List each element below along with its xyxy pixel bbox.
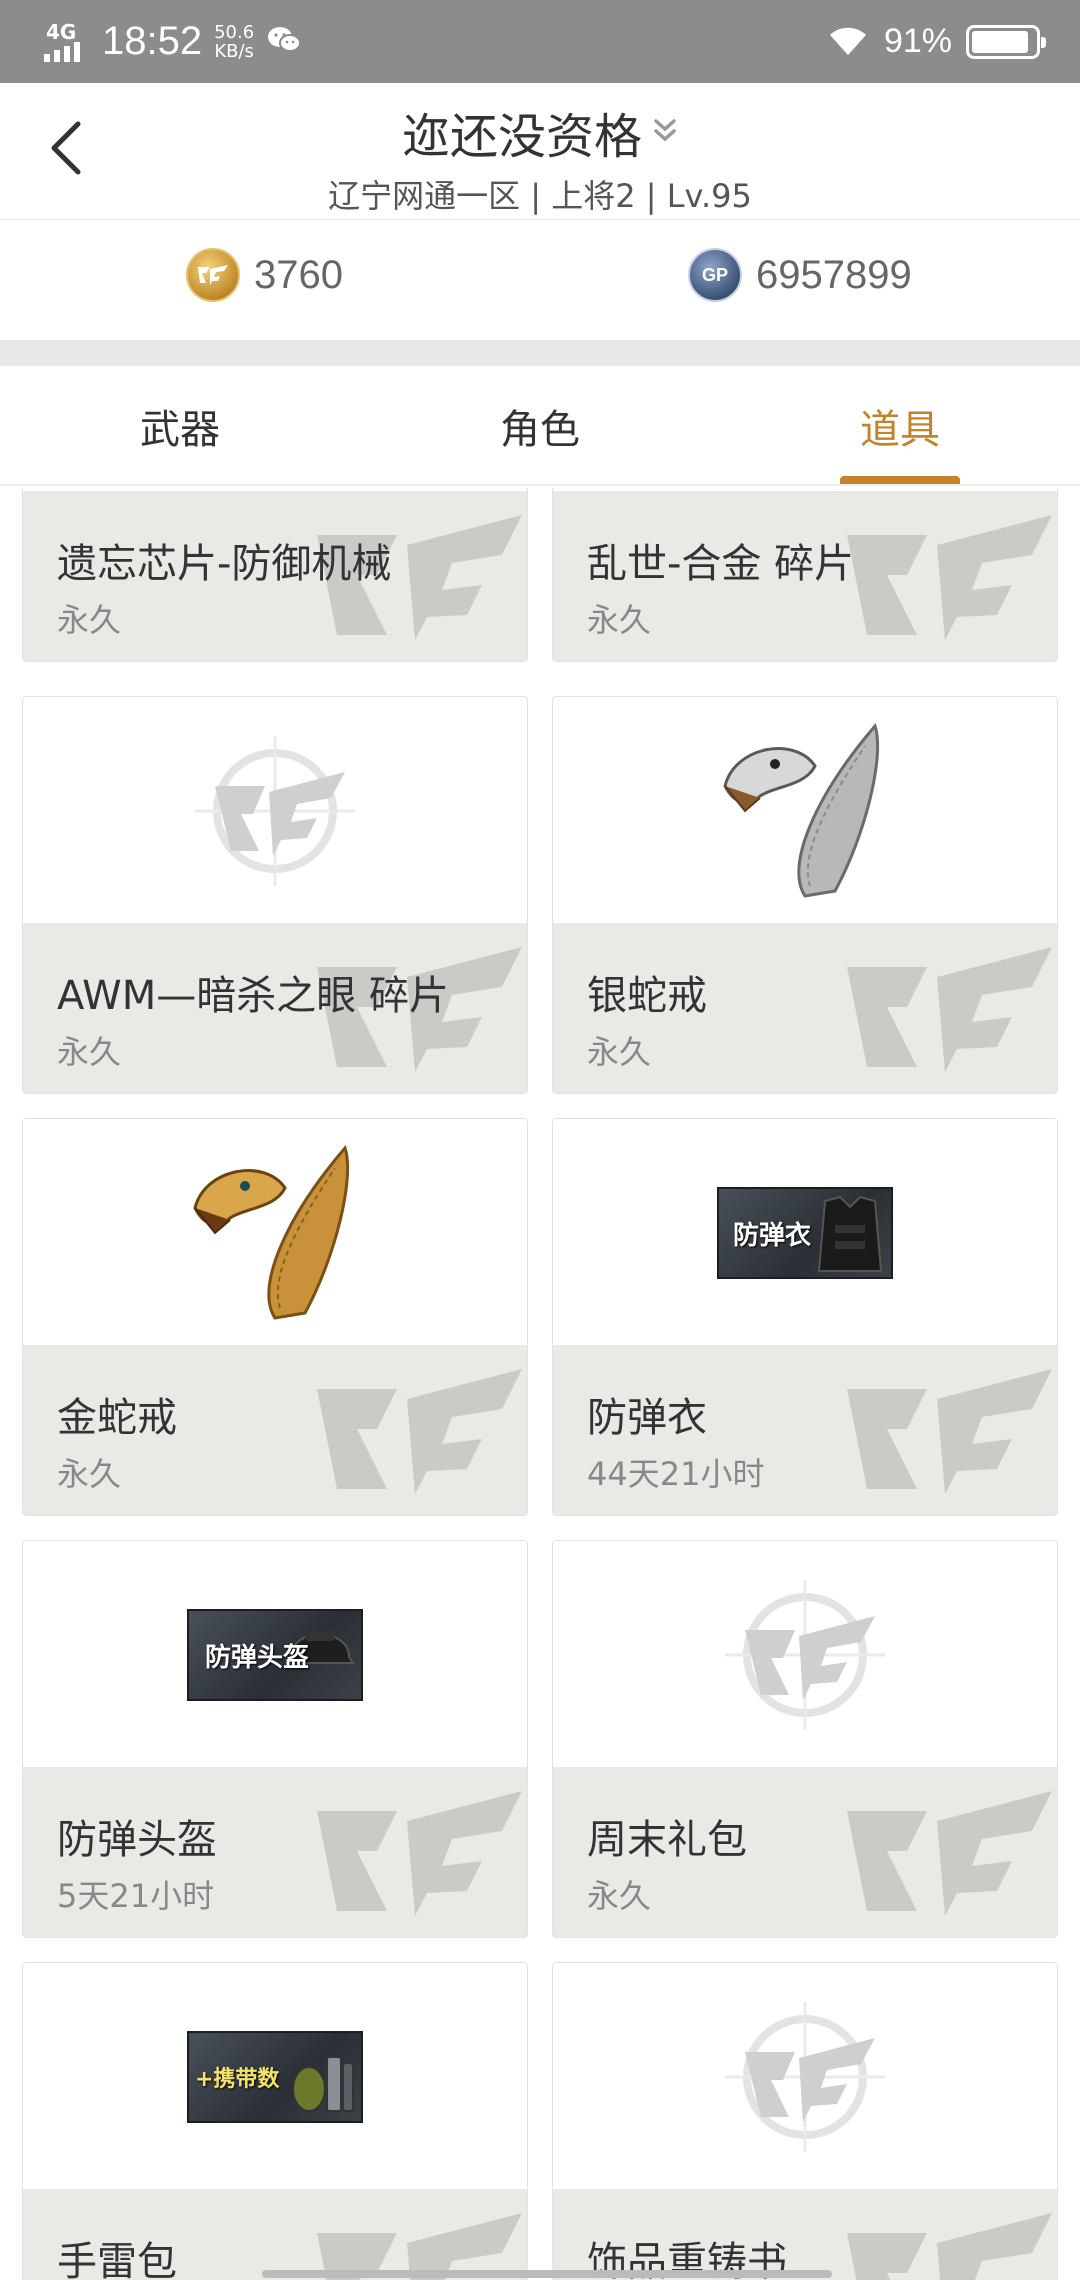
item-card[interactable]: 饰品重铸书 (552, 1962, 1058, 2280)
home-indicator[interactable] (262, 2270, 832, 2278)
gold-snake-ring-icon (193, 1145, 350, 1320)
item-name: 手雷包 (57, 2239, 177, 2280)
item-name: 金蛇戒 (57, 1395, 177, 1441)
item-name: 银蛇戒 (587, 973, 707, 1019)
battery-percent: 91% (883, 22, 952, 60)
cf-watermark-icon (847, 1369, 1052, 1494)
wechat-icon (266, 24, 302, 60)
body-armor-icon: 防弹衣 (717, 1187, 893, 1279)
cf-watermark-icon (847, 2213, 1052, 2280)
currency-row: 3760 GP 6957899 (0, 220, 1080, 340)
item-name: 乱世-合金 碎片 (587, 541, 855, 587)
cf-watermark-icon (317, 2213, 522, 2280)
item-card[interactable]: 遗忘芯片-防御机械 永久 (22, 488, 528, 662)
item-name: 周末礼包 (587, 1817, 747, 1863)
silver-snake-ring-icon (723, 723, 880, 898)
item-duration: 永久 (587, 1877, 652, 1915)
cf-watermark-icon (317, 1369, 522, 1494)
cf-points: 3760 (186, 248, 343, 302)
cf-points-value: 3760 (254, 252, 343, 297)
tab-weapons[interactable]: 武器 (0, 366, 360, 486)
gp-coin-icon: GP (688, 248, 742, 302)
item-name: 防弹头盔 (57, 1817, 217, 1863)
account-switcher[interactable]: 迩还没资格 (402, 97, 678, 167)
item-card[interactable]: +携带数 手雷包 (22, 1962, 528, 2280)
active-tab-indicator (840, 476, 960, 484)
cf-placeholder-icon (725, 1580, 885, 1730)
grenade-pack-icon: +携带数 (187, 2031, 363, 2123)
item-card[interactable]: 周末礼包 永久 (552, 1540, 1058, 1938)
gp-points-value: 6957899 (756, 252, 912, 297)
item-name: 防弹衣 (587, 1395, 707, 1441)
item-card[interactable]: 防弹头盔 防弹头盔 5天21小时 (22, 1540, 528, 1938)
cf-watermark-icon (847, 1791, 1052, 1916)
page-title: 迩还没资格 (401, 109, 642, 165)
item-duration: 永久 (587, 601, 652, 639)
cellular-signal-icon: 4G (44, 20, 90, 64)
item-duration: 永久 (587, 1033, 652, 1071)
tab-items[interactable]: 道具 (720, 366, 1080, 486)
double-chevron-down-icon (654, 119, 676, 142)
item-card[interactable]: 乱世-合金 碎片 永久 (552, 488, 1058, 662)
cf-watermark-icon (317, 1791, 522, 1916)
item-duration: 5天21小时 (57, 1877, 215, 1915)
item-duration: 永久 (57, 601, 122, 639)
wifi-icon (826, 23, 870, 61)
network-speed: 50.6 KB/s (214, 21, 255, 62)
cf-coin-icon (186, 248, 240, 302)
item-card[interactable]: 防弹衣 防弹衣 44天21小时 (552, 1118, 1058, 1516)
status-bar: 4G 18:52 50.6 KB/s 91% (0, 0, 1080, 83)
item-duration: 永久 (57, 1455, 122, 1493)
gp-points: GP 6957899 (688, 248, 912, 302)
section-divider (0, 340, 1080, 366)
cf-placeholder-icon (725, 2002, 885, 2152)
items-grid[interactable]: 遗忘芯片-防御机械 永久 乱世-合金 碎片 永久 AWM—暗杀之眼 碎片 永久 (0, 488, 1080, 2280)
item-name: AWM—暗杀之眼 碎片 (57, 973, 449, 1019)
category-tabs: 武器 角色 道具 (0, 366, 1080, 486)
server-rank-level: 辽宁网通一区 | 上将2 | Lv.95 (328, 177, 752, 215)
item-name: 遗忘芯片-防御机械 (57, 541, 392, 587)
helmet-icon: 防弹头盔 (187, 1609, 363, 1701)
tab-characters[interactable]: 角色 (360, 366, 720, 486)
cf-watermark-icon (847, 947, 1052, 1072)
item-card[interactable]: 金蛇戒 永久 (22, 1118, 528, 1516)
item-duration: 永久 (57, 1033, 122, 1071)
cf-watermark-icon (847, 515, 1052, 640)
cf-placeholder-icon (195, 736, 355, 886)
battery-icon (966, 24, 1046, 59)
clock: 18:52 (102, 19, 203, 63)
item-card[interactable]: 银蛇戒 永久 (552, 696, 1058, 1094)
item-duration: 44天21小时 (587, 1455, 765, 1493)
header: 迩还没资格 辽宁网通一区 | 上将2 | Lv.95 (0, 83, 1080, 220)
item-card[interactable]: AWM—暗杀之眼 碎片 永久 (22, 696, 528, 1094)
